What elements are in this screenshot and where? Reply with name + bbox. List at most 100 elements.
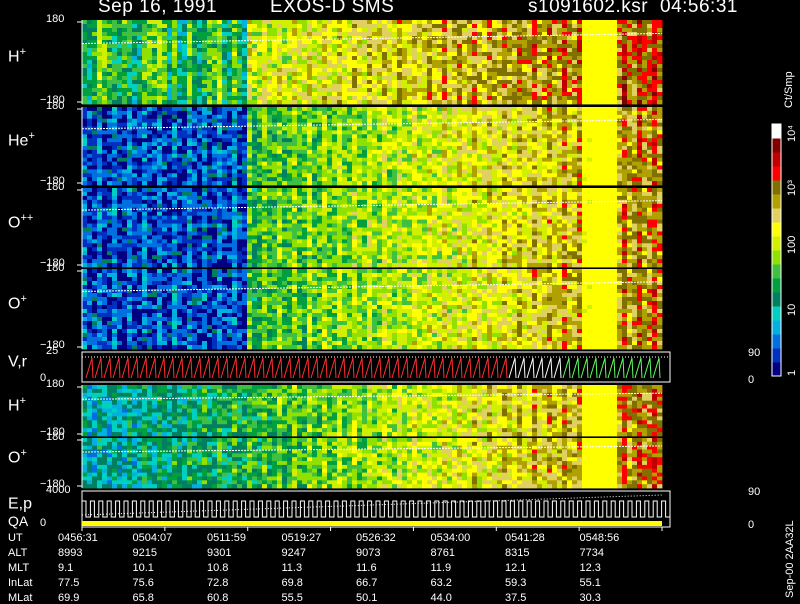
spectrogram-cell <box>92 263 97 267</box>
spectrogram-cell <box>442 80 447 84</box>
spectrogram-cell <box>472 32 477 36</box>
spectrogram-cell <box>422 24 427 28</box>
spectrogram-cell <box>342 68 347 72</box>
spectrogram-cell <box>252 138 257 142</box>
spectrogram-cell <box>462 48 467 52</box>
spectrogram-cell <box>282 56 287 60</box>
spectrogram-cell <box>617 36 622 40</box>
spectrogram-cell <box>262 24 267 28</box>
spectrogram-cell <box>132 231 137 235</box>
spectrogram-cell <box>117 243 122 247</box>
spectrogram-cell <box>362 134 367 138</box>
spectrogram-cell <box>102 188 107 192</box>
spectrogram-cell <box>262 72 267 76</box>
spectrogram-cell <box>397 44 402 48</box>
spectrogram-cell <box>647 60 652 64</box>
spectrogram-cell <box>522 48 527 52</box>
spectrogram-cell <box>562 127 567 131</box>
spectrogram-cell <box>532 138 537 142</box>
spectrogram-cell <box>97 64 102 68</box>
spectrogram-cell <box>572 88 577 92</box>
spectrogram-cell <box>412 127 417 131</box>
spectrogram-cell <box>242 169 247 173</box>
spectrogram-cell <box>297 154 302 158</box>
spectrogram-cell <box>577 84 582 88</box>
spectrogram-cell <box>102 52 107 56</box>
spectrogram-cell <box>362 142 367 146</box>
spectrogram-cell <box>642 68 647 72</box>
spectrogram-cell <box>432 60 437 64</box>
spectrogram-cell <box>512 111 517 115</box>
spectrogram-cell <box>452 28 457 32</box>
spectrogram-cell <box>207 64 212 68</box>
spectrogram-cell <box>182 166 187 170</box>
spectrogram-cell <box>142 60 147 64</box>
spectrogram-cell <box>162 107 167 111</box>
spectrogram-cell <box>507 44 512 48</box>
spectrogram-cell <box>567 96 572 100</box>
spectrogram-cell <box>462 44 467 48</box>
spectrogram-cell <box>422 130 427 134</box>
spectrogram-cell <box>422 177 427 181</box>
spectrogram-cell <box>187 115 192 119</box>
spectrogram-cell <box>132 92 137 96</box>
spectrogram-cell <box>402 68 407 72</box>
spectrogram-cell <box>437 111 442 115</box>
spectrogram-cell <box>312 80 317 84</box>
spectrogram-cell <box>597 84 602 88</box>
spectrogram-cell <box>187 60 192 64</box>
spectrogram-cell <box>362 115 367 119</box>
spectrogram-cell <box>652 100 657 104</box>
spectrogram-cell <box>632 162 637 166</box>
spectrogram-cell <box>112 259 117 263</box>
spectrogram-cell <box>587 48 592 52</box>
spectrogram-cell <box>107 100 112 104</box>
spectrogram-cell <box>502 92 507 96</box>
spectrogram-cell <box>612 119 617 123</box>
spectrogram-cell <box>387 138 392 142</box>
spectrogram-cell <box>152 64 157 68</box>
spectrogram-cell <box>392 138 397 142</box>
spectrogram-cell <box>437 138 442 142</box>
spectrogram-cell <box>317 173 322 177</box>
spectrogram-cell <box>457 80 462 84</box>
spectrogram-cell <box>217 48 222 52</box>
spectrogram-cell <box>352 88 357 92</box>
spectrogram-cell <box>642 142 647 146</box>
spectrogram-cell <box>337 96 342 100</box>
spectrogram-cell <box>97 212 102 216</box>
spectrogram-cell <box>207 32 212 36</box>
spectrogram-cell <box>192 24 197 28</box>
spectrogram-cell <box>382 181 387 185</box>
spectrogram-cell <box>87 64 92 68</box>
spectrogram-cell <box>307 92 312 96</box>
spectrogram-cell <box>217 177 222 181</box>
spectrogram-cell <box>367 64 372 68</box>
spectrogram-cell <box>227 173 232 177</box>
spectrogram-cell <box>292 20 297 24</box>
spectrogram-cell <box>372 162 377 166</box>
spectrogram-cell <box>267 181 272 185</box>
spectrogram-cell <box>612 48 617 52</box>
spectrogram-cell <box>342 146 347 150</box>
spectrogram-cell <box>357 60 362 64</box>
spectrogram-cell <box>232 76 237 80</box>
spectrogram-cell <box>272 72 277 76</box>
spectrogram-cell <box>342 107 347 111</box>
spectrogram-cell <box>637 169 642 173</box>
spectrogram-cell <box>332 177 337 181</box>
spectrogram-cell <box>612 107 617 111</box>
spectrogram-cell <box>242 80 247 84</box>
spectrogram-cell <box>517 60 522 64</box>
spectrogram-cell <box>477 162 482 166</box>
spectrogram-cell <box>162 181 167 185</box>
spectrogram-cell <box>157 123 162 127</box>
spectrogram-cell <box>577 48 582 52</box>
spectrogram-cell <box>322 162 327 166</box>
spectrogram-cell <box>437 20 442 24</box>
spectrogram-cell <box>587 72 592 76</box>
spectrogram-cell <box>217 88 222 92</box>
spectrogram-cell <box>617 123 622 127</box>
spectrogram-cell <box>597 96 602 100</box>
spectrogram-cell <box>537 150 542 154</box>
